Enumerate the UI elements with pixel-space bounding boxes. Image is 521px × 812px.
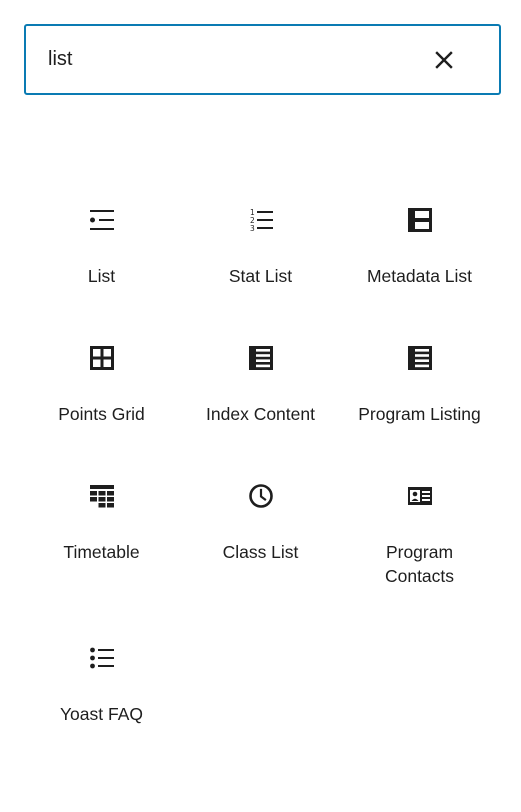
block-item-class-list[interactable]: Class List <box>181 454 340 584</box>
block-item-program-listing[interactable]: Program Listing <box>340 316 499 446</box>
clear-search-button[interactable] <box>428 44 460 76</box>
block-label: Program Contacts <box>384 542 455 586</box>
clock-icon <box>181 482 340 510</box>
bulleted-list-icon <box>22 206 181 234</box>
block-search-box <box>24 24 501 95</box>
block-item-stat-list[interactable]: 1 2 3 Stat List <box>181 178 340 308</box>
block-label: Metadata List <box>366 266 473 286</box>
grid-icon <box>22 344 181 372</box>
numbered-list-icon: 1 2 3 <box>181 206 340 234</box>
contact-card-icon <box>340 482 499 510</box>
block-item-timetable[interactable]: Timetable <box>22 454 181 584</box>
rows-list-icon <box>181 344 340 372</box>
block-label: List <box>87 266 116 286</box>
block-item-points-grid[interactable]: Points Grid <box>22 316 181 446</box>
block-label: Class List <box>222 542 299 562</box>
rows-list-icon <box>340 344 499 372</box>
block-label: Stat List <box>228 266 293 286</box>
block-label: Yoast FAQ <box>59 704 143 724</box>
search-input[interactable] <box>48 26 408 93</box>
metadata-table-icon <box>340 206 499 234</box>
block-item-list[interactable]: List <box>22 178 181 308</box>
block-item-index-content[interactable]: Index Content <box>181 316 340 446</box>
block-label: Points Grid <box>58 404 145 424</box>
table-icon <box>22 482 181 510</box>
bullet-list-icon <box>22 644 181 672</box>
block-label: Index Content <box>206 404 315 424</box>
block-item-yoast-faq[interactable]: Yoast FAQ <box>22 616 181 746</box>
svg-text:3: 3 <box>250 224 255 233</box>
block-item-program-contacts[interactable]: Program Contacts <box>340 454 499 586</box>
close-icon <box>435 51 453 69</box>
block-label: Program Listing <box>358 404 481 424</box>
block-item-metadata-list[interactable]: Metadata List <box>340 178 499 308</box>
block-label: Timetable <box>63 542 140 562</box>
